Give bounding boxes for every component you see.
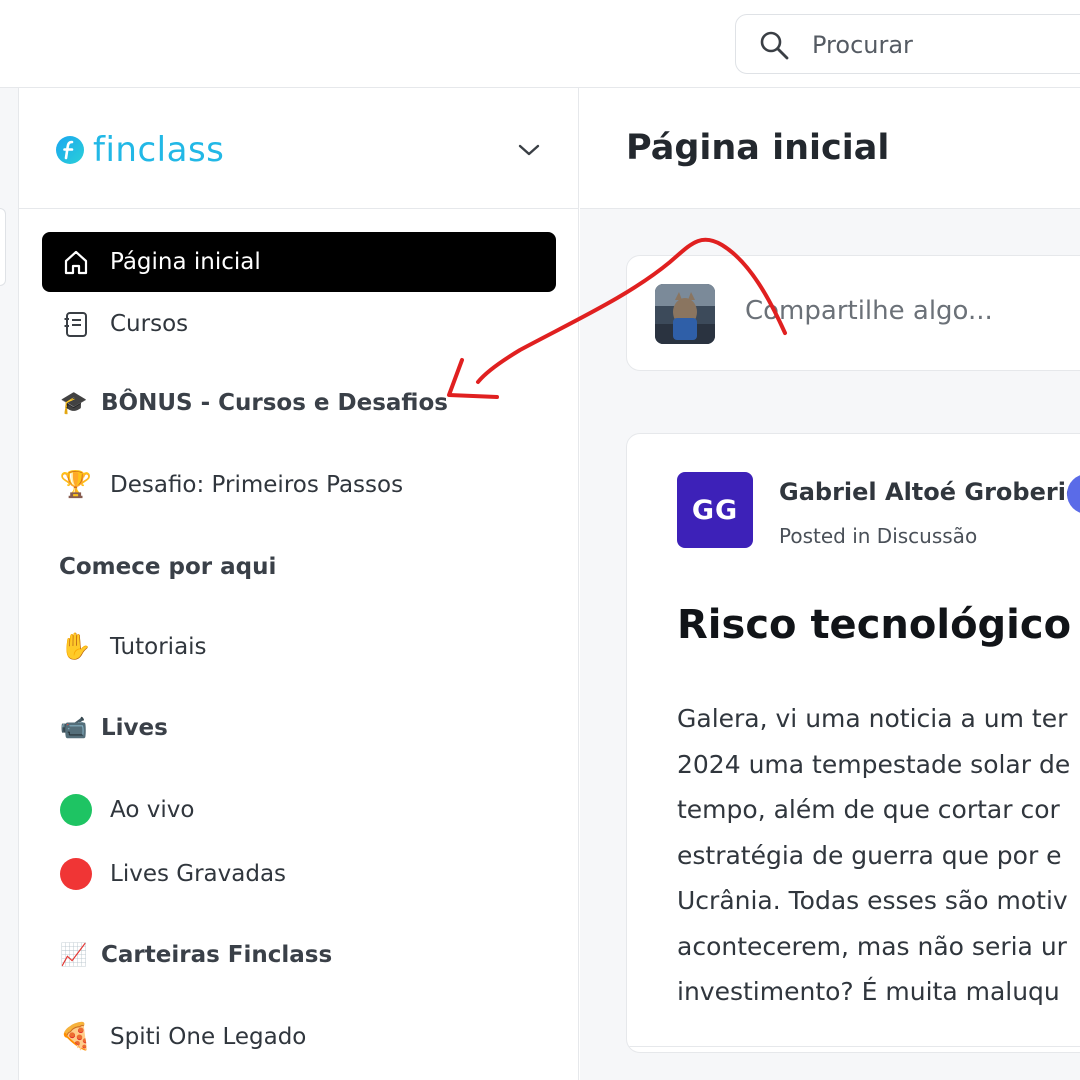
sidebar-item-tutoriais[interactable]: ✋ Tutoriais xyxy=(42,617,556,677)
sidebar: finclass Página inicial Cursos 🎓 BÔNUS -… xyxy=(19,88,579,1080)
space-link[interactable]: Discussão xyxy=(877,524,977,548)
chart-up-icon: 📈 xyxy=(60,942,88,968)
chevron-down-icon[interactable] xyxy=(515,138,543,162)
author-avatar[interactable]: GG xyxy=(677,472,753,548)
sidebar-item-label: Cursos xyxy=(110,311,189,337)
meta-prefix: Posted in xyxy=(779,524,877,548)
user-avatar[interactable] xyxy=(655,284,715,344)
section-label: Carteiras Finclass xyxy=(101,942,333,968)
section-bonus[interactable]: 🎓 BÔNUS - Cursos e Desafios xyxy=(59,385,448,421)
section-lives[interactable]: 📹 Lives xyxy=(59,710,168,746)
left-gutter xyxy=(0,88,19,1080)
search-input[interactable] xyxy=(812,25,1080,65)
brand-name: finclass xyxy=(93,130,225,170)
post-meta: Posted in Discussão xyxy=(779,524,977,548)
book-icon xyxy=(60,308,92,340)
home-icon xyxy=(60,246,92,278)
sidebar-item-desafio[interactable]: 🏆 Desafio: Primeiros Passos xyxy=(42,455,556,515)
hand-icon: ✋ xyxy=(59,632,93,662)
post-body: Galera, vi uma noticia a um ter 2024 uma… xyxy=(677,696,1080,1015)
sidebar-item-label: Ao vivo xyxy=(110,797,195,823)
brand-logo[interactable]: finclass xyxy=(55,128,224,172)
video-camera-icon: 📹 xyxy=(60,715,88,741)
section-label: BÔNUS - Cursos e Desafios xyxy=(101,390,448,416)
main-header: Página inicial xyxy=(580,88,1080,209)
post-body-line: acontecerem, mas não seria ur xyxy=(677,931,1067,961)
section-label: Lives xyxy=(101,715,168,741)
post-composer[interactable]: Compartilhe algo... xyxy=(626,255,1080,371)
post-divider xyxy=(627,1046,1080,1047)
post-body-line: 2024 uma tempestade solar de xyxy=(677,749,1071,779)
finclass-logo-icon xyxy=(56,136,84,164)
red-dot-icon xyxy=(60,858,92,890)
green-dot-icon xyxy=(60,794,92,826)
sidebar-item-label: Spiti One Legado xyxy=(110,1024,307,1050)
section-label: Comece por aqui xyxy=(59,554,277,580)
sidebar-item-ao-vivo[interactable]: Ao vivo xyxy=(42,780,556,840)
composer-placeholder[interactable]: Compartilhe algo... xyxy=(745,296,993,326)
author-name[interactable]: Gabriel Altoé Groberio xyxy=(779,478,1080,506)
post-card: GG Gabriel Altoé Groberio Posted in Disc… xyxy=(626,433,1080,1053)
sidebar-item-spiti[interactable]: 🍕 Spiti One Legado xyxy=(42,1007,556,1067)
sidebar-item-label: Lives Gravadas xyxy=(110,861,287,887)
sidebar-item-label: Tutoriais xyxy=(110,634,207,660)
sidebar-item-lives-gravadas[interactable]: Lives Gravadas xyxy=(42,844,556,904)
sidebar-item-label: Página inicial xyxy=(110,249,261,275)
gutter-tab[interactable] xyxy=(0,208,6,286)
search-box[interactable] xyxy=(735,14,1080,74)
post-body-line: Galera, vi uma noticia a um ter xyxy=(677,704,1068,733)
sidebar-item-courses[interactable]: Cursos xyxy=(42,294,556,354)
post-body-line: Ucrânia. Todas esses são motiv xyxy=(677,886,1068,915)
post-body-line: investimento? É muita maluqu xyxy=(677,977,1060,1006)
post-body-line: estratégia de guerra que por e xyxy=(677,840,1062,870)
main-content: Página inicial Compartilhe algo... GG Ga… xyxy=(580,88,1080,1080)
sidebar-item-label: Desafio: Primeiros Passos xyxy=(110,472,404,498)
post-body-line: tempo, além de que cortar cor xyxy=(677,795,1060,824)
section-carteiras[interactable]: 📈 Carteiras Finclass xyxy=(59,937,332,973)
page-title: Página inicial xyxy=(626,128,890,168)
post-title[interactable]: Risco tecnológico xyxy=(677,602,1071,648)
section-start[interactable]: Comece por aqui xyxy=(59,549,276,585)
top-bar xyxy=(0,0,1080,88)
sidebar-item-home[interactable]: Página inicial xyxy=(42,232,556,292)
trophy-icon: 🏆 xyxy=(59,470,93,500)
graduation-cap-icon: 🎓 xyxy=(60,390,88,416)
sidebar-header: finclass xyxy=(19,88,579,209)
search-icon xyxy=(760,31,789,60)
pizza-icon: 🍕 xyxy=(59,1022,93,1052)
